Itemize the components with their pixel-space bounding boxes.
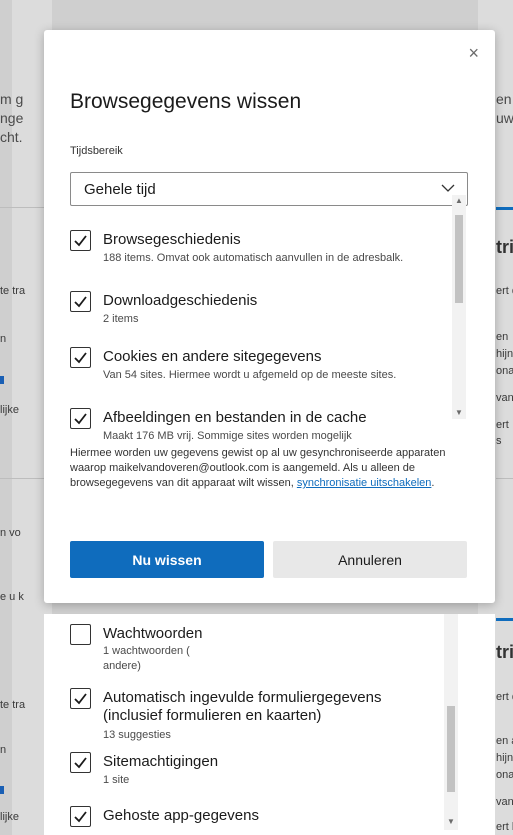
item-title: Cookies en andere sitegegevens [103, 348, 322, 365]
scroll-down-icon[interactable]: ▼ [452, 407, 466, 419]
checkmark-icon [74, 811, 87, 823]
item-title: Afbeeldingen en bestanden in de cache [103, 409, 367, 426]
item-description-continued: andere) [103, 660, 141, 672]
close-icon[interactable]: × [468, 44, 479, 62]
bg-text: uw [496, 110, 513, 126]
bg-heading: tri [496, 237, 513, 257]
item-description: 2 items [103, 313, 139, 325]
time-range-label: Tijdsbereik [70, 145, 123, 157]
bg-marker [0, 786, 4, 794]
bg-divider [0, 207, 44, 208]
checkmark-icon [74, 413, 87, 425]
checkmark-icon [74, 296, 87, 308]
bg-text: ona [496, 365, 513, 377]
clear-now-button[interactable]: Nu wissen [70, 541, 264, 578]
item-title: Wachtwoorden [103, 625, 203, 642]
bg-text: ert [496, 419, 509, 431]
bg-text: ert b [496, 821, 513, 833]
checkmark-icon [74, 352, 87, 364]
chevron-down-icon [441, 184, 455, 192]
clear-browsing-data-dialog: × Browsegegevens wissen Tijdsbereik Gehe… [44, 30, 495, 603]
checkbox-download-history[interactable] [70, 291, 91, 312]
scrollbar-thumb[interactable] [447, 706, 455, 792]
bg-text: lijke [0, 811, 19, 823]
data-type-list: Browsegeschiedenis 188 items. Omvat ook … [70, 222, 468, 448]
bg-text: cht. [0, 129, 23, 145]
bg-accent-bar [496, 207, 513, 210]
checkmark-icon [74, 235, 87, 247]
item-title: Downloadgeschiedenis [103, 292, 258, 309]
data-type-list-scrolled: Wachtwoorden 1 wachtwoorden ( andere) Au… [70, 620, 468, 835]
bg-text: van s [496, 796, 513, 808]
item-description: 13 suggesties [103, 729, 171, 741]
bg-text: en a [496, 735, 513, 747]
checkbox-browsing-history[interactable] [70, 230, 91, 251]
list-scrollbar[interactable]: ▲ ▼ [452, 195, 466, 419]
checkbox-cookies[interactable] [70, 347, 91, 368]
bg-text: hijnli [496, 752, 513, 764]
bg-text: lijke [0, 404, 19, 416]
bg-divider [496, 478, 513, 479]
bg-accent-bar [496, 618, 513, 621]
time-range-dropdown[interactable]: Gehele tijd [70, 172, 468, 206]
bg-text: m g [0, 91, 24, 107]
bg-marker [0, 376, 4, 384]
checkbox-cache[interactable] [70, 408, 91, 429]
time-range-value: Gehele tijd [84, 181, 156, 198]
item-description: 1 wachtwoorden ( [103, 645, 190, 657]
bg-text: te tra [0, 285, 26, 297]
bg-text: n vo [0, 527, 21, 539]
bg-text: ert d [496, 691, 513, 703]
bg-text: nge [0, 110, 24, 126]
bg-text: e u k [0, 591, 24, 603]
bg-text: te tra [0, 699, 26, 711]
list-scrollbar-scrolled[interactable]: ▼ [444, 614, 458, 830]
checkbox-hosted-app-data[interactable] [70, 806, 91, 827]
checkbox-passwords[interactable] [70, 624, 91, 645]
item-description: Maakt 176 MB vrij. Sommige sites worden … [103, 430, 352, 442]
item-title: Automatisch ingevulde formuliergegevens … [103, 689, 382, 724]
bg-text: s [496, 435, 502, 447]
bg-text: onal [496, 769, 513, 781]
bg-text: n [0, 333, 7, 345]
checkmark-icon [74, 693, 87, 705]
dialog-title: Browsegegevens wissen [70, 90, 302, 113]
disable-sync-link[interactable]: synchronisatie uitschakelen [297, 477, 432, 489]
item-description: 188 items. Omvat ook automatisch aanvull… [103, 252, 404, 264]
bg-text: n [0, 744, 7, 756]
bg-text: en [496, 331, 509, 343]
item-title: Browsegeschiedenis [103, 231, 241, 248]
sync-info-end: . [431, 477, 435, 489]
bg-divider [0, 478, 44, 479]
scroll-down-icon[interactable]: ▼ [444, 816, 458, 828]
bg-text: ert d [496, 285, 513, 297]
item-title: Sitemachtigingen [103, 753, 219, 770]
scrollbar-thumb[interactable] [455, 215, 463, 303]
checkmark-icon [74, 757, 87, 769]
cancel-button[interactable]: Annuleren [273, 541, 467, 578]
bg-heading: tri [496, 642, 513, 662]
bg-text: en [496, 91, 512, 107]
item-description: 1 site [103, 774, 130, 786]
item-title: Gehoste app-gegevens [103, 807, 259, 824]
bg-text: van [496, 392, 513, 404]
sync-info-text: Hiermee worden uw gegevens gewist op al … [70, 446, 474, 491]
scroll-up-icon[interactable]: ▲ [452, 195, 466, 207]
item-description: Van 54 sites. Hiermee wordt u afgemeld o… [103, 369, 397, 381]
clear-browsing-data-dialog-scrolled: Wachtwoorden 1 wachtwoorden ( andere) Au… [44, 614, 495, 835]
bg-text: hijn [496, 348, 513, 360]
checkbox-site-permissions[interactable] [70, 752, 91, 773]
checkbox-autofill[interactable] [70, 688, 91, 709]
